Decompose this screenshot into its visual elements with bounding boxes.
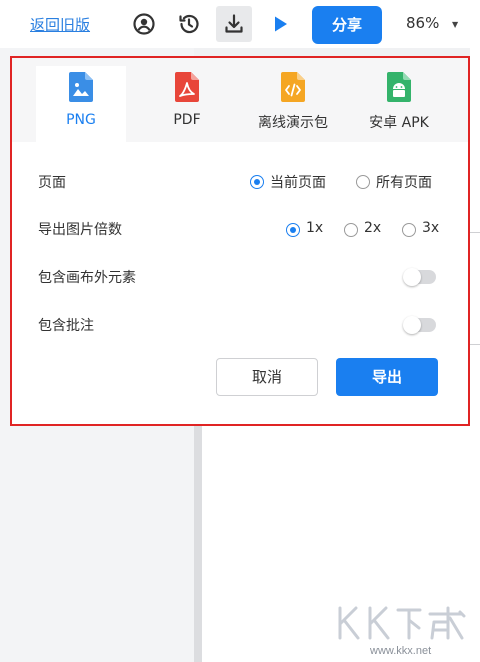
code-file-icon (281, 72, 305, 102)
radio-label: 3x (422, 220, 440, 236)
radio-label: 当前页面 (270, 175, 326, 191)
tab-android-apk[interactable]: 安卓 APK (354, 66, 444, 142)
history-icon[interactable] (177, 12, 201, 36)
radio-dot (402, 223, 416, 237)
kk-download-logo (338, 606, 466, 640)
android-file-icon (387, 72, 411, 102)
play-icon[interactable] (268, 12, 292, 36)
tab-pdf[interactable]: PDF (142, 66, 232, 142)
radio-dot (286, 223, 300, 237)
share-button[interactable]: 分享 (312, 6, 382, 44)
canvas-guide-line (470, 232, 480, 233)
radio-current-page[interactable]: 当前页面 (250, 172, 334, 192)
export-button[interactable]: 导出 (336, 358, 438, 396)
include-outside-toggle[interactable] (403, 268, 436, 286)
caret-down-icon[interactable]: ▼ (452, 20, 458, 29)
tab-offline-package[interactable]: 离线演示包 (248, 66, 338, 142)
radio-dot (344, 223, 358, 237)
tab-png[interactable]: PNG (36, 66, 126, 142)
canvas-edge (470, 48, 480, 428)
top-toolbar: 返回旧版 分享 86% ▼ (0, 0, 480, 48)
panel-divider[interactable] (194, 425, 202, 662)
radio-scale-3x[interactable]: 3x (402, 220, 442, 240)
pdf-file-icon (175, 72, 199, 102)
download-button[interactable] (216, 6, 252, 42)
tab-label: 离线演示包 (258, 115, 328, 131)
watermark-url: www.kkx.net (370, 645, 432, 657)
radio-label: 所有页面 (376, 175, 432, 191)
radio-dot (250, 175, 264, 189)
zoom-level[interactable]: 86% (406, 14, 439, 32)
radio-dot (356, 175, 370, 189)
image-file-icon (69, 72, 93, 102)
canvas-guide-line (470, 344, 480, 345)
include-comments-toggle[interactable] (403, 316, 436, 334)
tab-label: PDF (173, 112, 201, 128)
download-icon (225, 14, 243, 33)
export-format-tabs: PNG PDF 离线演示包 安卓 APK (12, 58, 468, 142)
scale-label: 导出图片倍数 (38, 222, 122, 238)
toggle-knob (403, 316, 421, 334)
tab-label: PNG (66, 112, 96, 128)
user-circle-icon[interactable] (132, 12, 156, 36)
tab-label: 安卓 APK (369, 115, 429, 131)
radio-all-pages[interactable]: 所有页面 (356, 172, 440, 192)
radio-scale-1x[interactable]: 1x (286, 220, 326, 240)
back-to-old-version-link[interactable]: 返回旧版 (30, 14, 90, 35)
include-comments-label: 包含批注 (38, 318, 94, 334)
radio-scale-2x[interactable]: 2x (344, 220, 384, 240)
export-dialog: PNG PDF 离线演示包 安卓 APK 页面 当前页面 所有页面 导出图片倍数… (10, 56, 470, 426)
radio-label: 1x (306, 220, 324, 236)
radio-label: 2x (364, 220, 382, 236)
page-label: 页面 (38, 175, 66, 191)
include-outside-label: 包含画布外元素 (38, 270, 136, 286)
toggle-knob (403, 268, 421, 286)
cancel-button[interactable]: 取消 (216, 358, 318, 396)
